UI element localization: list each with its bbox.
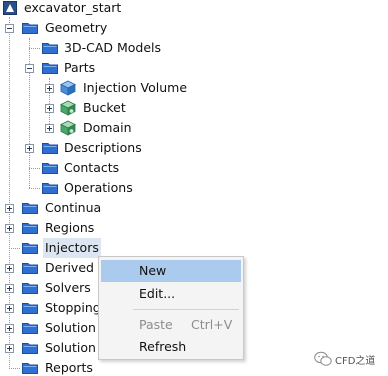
menu-item-refresh[interactable]: Refresh [101, 336, 241, 358]
expand-toggle-icon[interactable] [5, 344, 14, 353]
folder-icon [22, 303, 38, 314]
tree-item-injection-volume[interactable]: Injection Volume [81, 78, 189, 98]
tree-item-domain[interactable]: Domain [81, 118, 134, 138]
tree-item-label: Stopping [45, 300, 101, 315]
folder-icon [22, 363, 38, 374]
tree-item-reports[interactable]: Reports [43, 358, 95, 376]
expand-toggle-icon[interactable] [25, 144, 34, 153]
expand-toggle-icon[interactable] [5, 204, 14, 213]
tree-guide-line [29, 38, 30, 188]
menu-item-edit[interactable]: Edit... [101, 283, 241, 305]
tree-item-geometry[interactable]: Geometry [43, 18, 109, 38]
tree-item-label: Descriptions [64, 140, 142, 155]
expand-toggle-icon[interactable] [5, 304, 14, 313]
folder-icon [22, 203, 38, 214]
blue-cube-icon [60, 80, 76, 96]
expand-toggle-icon[interactable] [5, 264, 14, 273]
wechat-icon [314, 351, 332, 366]
menu-item-label: New [139, 263, 167, 278]
tree-item-label: excavator_start [24, 0, 122, 15]
tree-guide-line [29, 188, 40, 189]
tree-item-stopping-criteria[interactable]: Stopping [43, 298, 103, 318]
tree-item-descriptions[interactable]: Descriptions [62, 138, 144, 158]
tree-item-root[interactable]: excavator_start [22, 0, 123, 18]
tree-guide-line [29, 48, 40, 49]
menu-item-new[interactable]: New [101, 260, 241, 282]
folder-icon [22, 243, 38, 254]
tree-item-label: Bucket [83, 100, 126, 115]
tree-item-label: Parts [64, 60, 96, 75]
tree-guide-line [9, 248, 20, 249]
tree-guide-line [9, 368, 20, 369]
expand-toggle-icon[interactable] [5, 224, 14, 233]
tree-item-label: Operations [64, 180, 133, 195]
collapse-toggle-icon[interactable] [5, 24, 14, 33]
tree-guide-line [9, 17, 10, 369]
simulation-app-icon [3, 1, 17, 15]
tree-item-contacts[interactable]: Contacts [62, 158, 121, 178]
tree-item-label: Regions [45, 220, 95, 235]
green-part-icon [60, 100, 76, 116]
tree-item-label: Injectors [43, 238, 101, 258]
watermark-text: CFD之道 [335, 355, 376, 367]
tree-item-label: Geometry [45, 20, 108, 35]
folder-icon [42, 143, 58, 154]
tree-item-3d-cad-models[interactable]: 3D-CAD Models [62, 38, 163, 58]
tree-item-regions[interactable]: Regions [43, 218, 96, 238]
expand-toggle-icon[interactable] [5, 284, 14, 293]
tree-item-injectors[interactable]: Injectors [43, 238, 101, 258]
tree-item-solution-histories[interactable]: Solution [43, 338, 98, 358]
folder-icon [22, 323, 38, 334]
folder-icon [22, 223, 38, 234]
folder-icon [22, 283, 38, 294]
expand-toggle-icon[interactable] [45, 124, 54, 133]
folder-icon [22, 343, 38, 354]
tree-item-label: Solution [45, 320, 96, 335]
folder-icon [42, 183, 58, 194]
folder-icon [22, 263, 38, 274]
tree-item-label: Contacts [64, 160, 120, 175]
green-part-icon [60, 120, 76, 136]
expand-toggle-icon[interactable] [45, 104, 54, 113]
menu-item-label: Refresh [139, 339, 187, 354]
menu-item-label: Paste [139, 317, 173, 332]
tree-item-continua[interactable]: Continua [43, 198, 103, 218]
tree-item-label: 3D-CAD Models [64, 40, 162, 55]
expand-toggle-icon[interactable] [45, 84, 54, 93]
tree-item-parts[interactable]: Parts [62, 58, 97, 78]
folder-icon [22, 23, 38, 34]
menu-item-label: Edit... [139, 286, 176, 301]
watermark: CFD之道 [314, 350, 375, 368]
tree-item-label: Solution [45, 340, 96, 355]
menu-item-shortcut: Ctrl+V [191, 317, 233, 332]
folder-icon [42, 63, 58, 74]
folder-icon [42, 163, 58, 174]
tree-item-label: Solvers [45, 280, 91, 295]
tree-item-solvers[interactable]: Solvers [43, 278, 93, 298]
tree-item-operations[interactable]: Operations [62, 178, 135, 198]
tree-item-solution-views[interactable]: Solution [43, 318, 98, 338]
menu-item-paste[interactable]: Paste Ctrl+V [101, 314, 241, 336]
context-menu: New Edit... Paste Ctrl+V Refresh [98, 256, 244, 360]
tree-guide-line [29, 168, 40, 169]
tree-item-label: Reports [45, 360, 93, 375]
collapse-toggle-icon[interactable] [25, 64, 34, 73]
expand-toggle-icon[interactable] [5, 324, 14, 333]
tree-item-label: Injection Volume [83, 80, 188, 95]
tree-item-label: Domain [83, 120, 132, 135]
tree-item-bucket[interactable]: Bucket [81, 98, 128, 118]
folder-icon [42, 43, 58, 54]
menu-separator [133, 309, 239, 310]
tree-item-label: Continua [45, 200, 102, 215]
